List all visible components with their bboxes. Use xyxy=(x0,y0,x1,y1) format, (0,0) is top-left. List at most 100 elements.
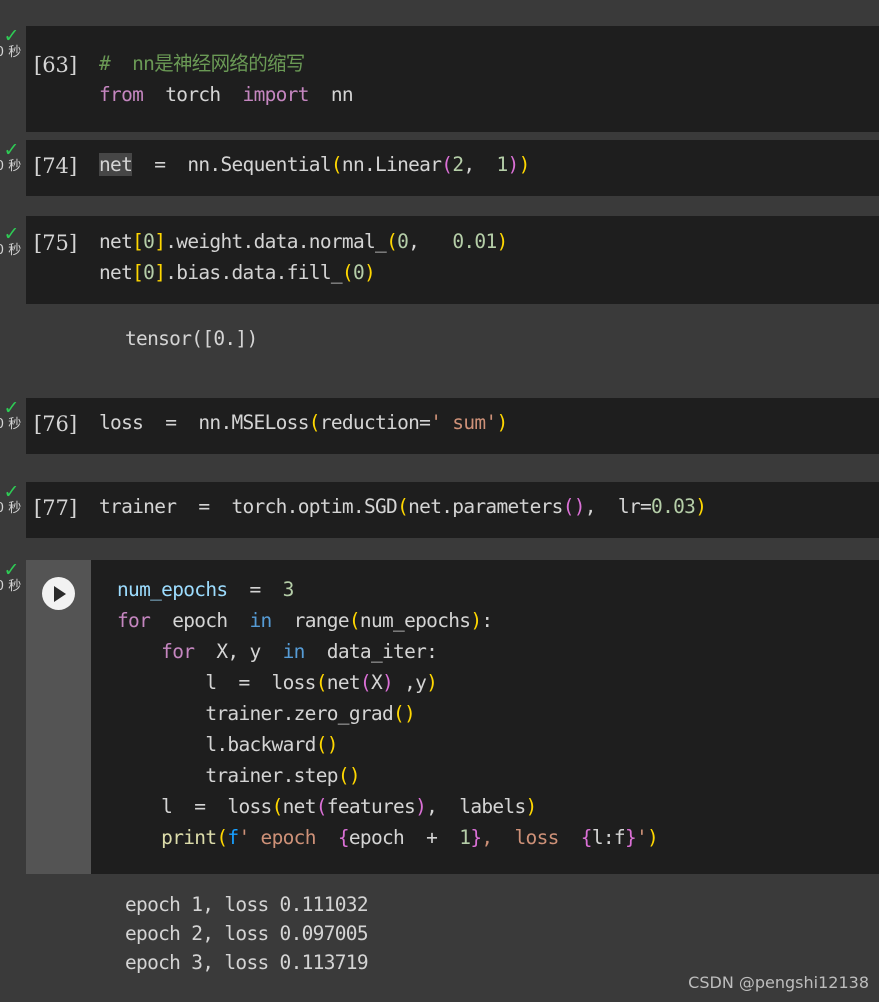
cell-code-76[interactable]: loss = nn.MSELoss(reduction=' sum') xyxy=(99,407,875,438)
code-token: # xyxy=(99,52,133,75)
code-token: .weight.data.normal_ xyxy=(165,230,387,253)
code-token: l = loss xyxy=(117,795,272,818)
code-line: print(f' epoch {epoch + 1}, loss {l:f}') xyxy=(117,822,875,853)
cell-prompt-77: [77] xyxy=(34,496,78,520)
code-line: for X, y in data_iter: xyxy=(117,636,875,667)
code-token: 0.01 xyxy=(452,230,497,253)
code-token: trainer = torch.optim.SGD xyxy=(99,495,398,518)
cell-code-74[interactable]: net = nn.Sequential(nn.Linear(2, 1)) xyxy=(99,149,875,180)
code-token: import xyxy=(231,83,320,106)
code-line: net[0].weight.data.normal_(0, 0.01) xyxy=(99,226,875,257)
check-icon: ✓ xyxy=(3,400,20,419)
code-line: loss = nn.MSELoss(reduction=' sum') xyxy=(99,407,875,438)
code-token: ] xyxy=(154,261,166,284)
code-line: l = loss(net(features), labels) xyxy=(117,791,875,822)
code-cell-76[interactable]: [76] loss = nn.MSELoss(reduction=' sum') xyxy=(26,398,879,454)
code-token: ) xyxy=(695,495,707,518)
code-token: nn.Linear xyxy=(341,153,442,176)
code-cell-63[interactable]: [63] # nn是神经网络的缩写 from torch import nn xyxy=(26,26,879,132)
output-line: epoch 3, loss 0.113719 xyxy=(125,951,369,974)
code-token: trainer.zero_grad xyxy=(117,702,393,725)
output-line: epoch 2, loss 0.097005 xyxy=(125,922,369,945)
code-token: ( xyxy=(386,230,398,253)
cell-code-active[interactable]: num_epochs = 3 for epoch in range(num_epo… xyxy=(117,574,875,853)
notebook-page: ✓ 0 秒 [63] # nn是神经网络的缩写from torch import… xyxy=(0,0,879,1002)
code-token: ) xyxy=(470,609,482,632)
code-token: range xyxy=(282,609,350,632)
run-cell-button[interactable] xyxy=(42,577,75,610)
code-token: , labels xyxy=(426,795,526,818)
code-token: ( xyxy=(341,261,354,284)
output-text: tensor([0.]) xyxy=(125,324,258,353)
execution-time-label: 0 秒 xyxy=(0,159,22,174)
code-token: num_epochs xyxy=(359,609,471,632)
output-text: epoch 1, loss 0.111032 epoch 2, loss 0.09… xyxy=(125,890,369,977)
code-token: ) xyxy=(518,153,531,176)
code-token: { xyxy=(580,826,593,849)
code-token: 1 xyxy=(496,153,509,176)
output-line: epoch 1, loss 0.111032 xyxy=(125,893,369,916)
code-token: : xyxy=(481,609,493,632)
code-line: trainer.zero_grad() xyxy=(117,698,875,729)
code-token: ) xyxy=(507,153,520,176)
code-line: for epoch in range(num_epochs): xyxy=(117,605,875,636)
code-line: l.backward() xyxy=(117,729,875,760)
code-token: .bias.data.fill_ xyxy=(165,261,342,284)
cell-prompt-75: [75] xyxy=(34,231,78,255)
execution-time-label: 0 秒 xyxy=(0,45,22,60)
code-token: from xyxy=(99,83,155,106)
check-icon: ✓ xyxy=(3,226,20,245)
code-line: net[0].bias.data.fill_(0) xyxy=(99,257,875,288)
code-token: ) xyxy=(364,261,376,284)
code-token: 0 xyxy=(352,261,365,284)
code-token: f xyxy=(227,826,239,849)
cell-status-gutter-76: ✓ 0 秒 xyxy=(0,400,26,432)
cell-code-63[interactable]: # nn是神经网络的缩写 from torch import nn xyxy=(99,48,875,110)
code-cell-75[interactable]: [75] net[0].weight.data.normal_(0, 0.01)… xyxy=(26,216,879,304)
code-token: torch xyxy=(154,83,232,106)
code-token: ) xyxy=(415,795,427,818)
code-token: ' sum' xyxy=(430,411,497,434)
code-token: reduction= xyxy=(319,411,431,434)
code-token: net xyxy=(99,153,133,176)
code-line: num_epochs = 3 xyxy=(117,574,875,605)
cell-status-gutter-63: ✓ 0 秒 xyxy=(0,28,26,60)
code-token: ( xyxy=(441,153,453,176)
code-token: [ xyxy=(132,261,144,284)
code-token: trainer.step xyxy=(117,764,338,787)
code-token: ( xyxy=(216,826,228,849)
code-token: net xyxy=(326,671,361,694)
code-token: ) xyxy=(426,671,438,694)
code-cell-active[interactable]: num_epochs = 3 for epoch in range(num_epo… xyxy=(26,560,879,874)
code-cell-77[interactable]: [77] trainer = torch.optim.SGD(net.param… xyxy=(26,482,879,538)
execution-time-label: 0 秒 xyxy=(0,501,22,516)
code-line: l = loss(net(X) ,y) xyxy=(117,667,875,698)
code-token: X, y xyxy=(205,640,272,663)
code-token: loss = nn.MSELoss xyxy=(99,411,309,434)
code-line: trainer.step() xyxy=(117,760,875,791)
code-token: } xyxy=(624,826,637,849)
code-token: epoch xyxy=(161,609,239,632)
code-line: trainer = torch.optim.SGD(net.parameters… xyxy=(99,491,875,522)
cell-status-gutter-active: ✓ 0 秒 xyxy=(0,562,26,594)
output-line: tensor([0.]) xyxy=(125,327,258,350)
cell-code-77[interactable]: trainer = torch.optim.SGD(net.parameters… xyxy=(99,491,875,522)
code-token: data_iter: xyxy=(315,640,438,663)
code-token: ) xyxy=(525,795,538,818)
code-token: nn是神经网络的缩写 xyxy=(132,52,305,75)
cell-code-75[interactable]: net[0].weight.data.normal_(0, 0.01) net[0… xyxy=(99,226,875,288)
code-cell-74[interactable]: [74] net = nn.Sequential(nn.Linear(2, 1)… xyxy=(26,140,879,196)
run-cell-panel[interactable] xyxy=(26,560,91,874)
execution-time-label: 0 秒 xyxy=(0,417,22,432)
code-line: net = nn.Sequential(nn.Linear(2, 1)) xyxy=(99,149,875,180)
code-token: ) xyxy=(496,411,508,434)
code-token: ) xyxy=(382,671,394,694)
code-token: , loss xyxy=(481,826,581,849)
code-token: , xyxy=(463,153,497,176)
code-token: () xyxy=(337,764,361,787)
code-token: 0 xyxy=(143,261,155,284)
code-token: net xyxy=(282,795,317,818)
code-token: l = loss xyxy=(117,671,316,694)
cell-prompt-74: [74] xyxy=(34,154,78,178)
code-token: net xyxy=(99,261,133,284)
